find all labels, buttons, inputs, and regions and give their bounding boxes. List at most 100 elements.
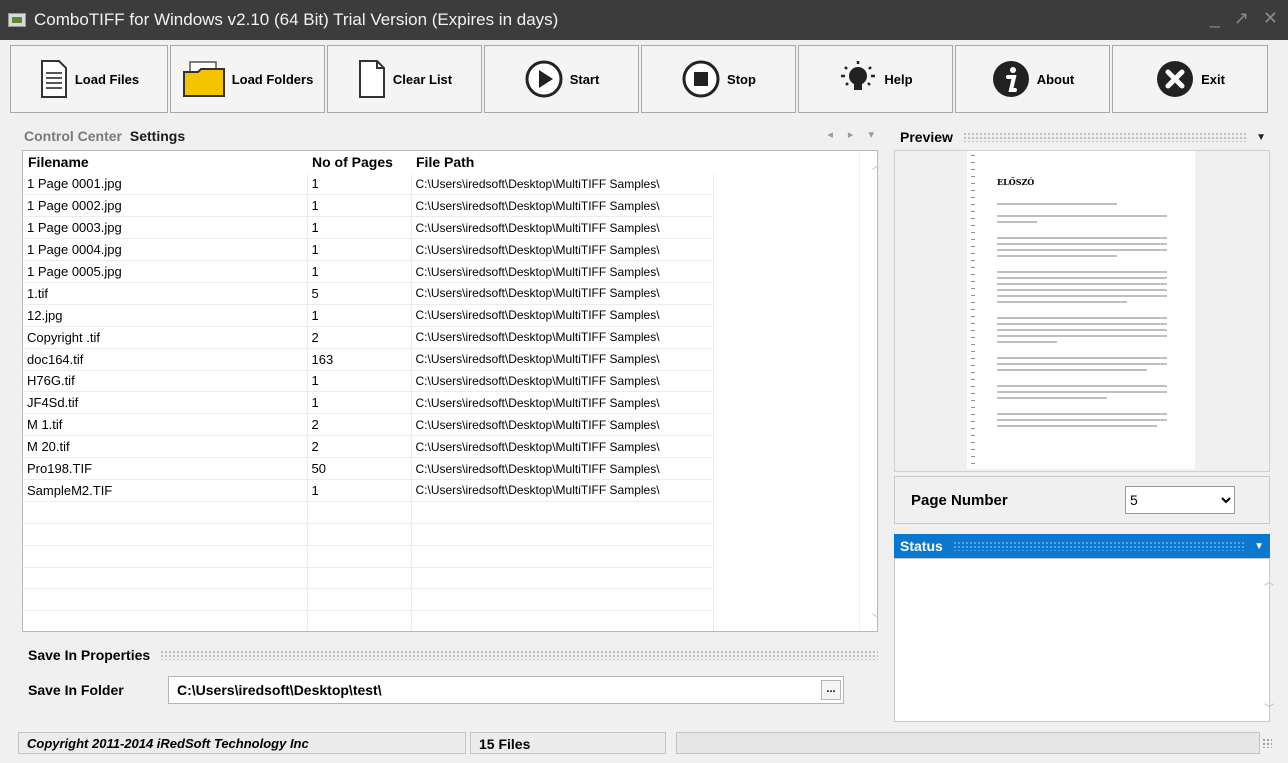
cell-pages: 1 (307, 370, 412, 393)
table-row[interactable]: H76G.tif 1 C:\Users\iredsoft\Desktop\Multi… (23, 370, 714, 393)
exit-button[interactable]: Exit (1112, 45, 1268, 113)
table-row[interactable]: SampleM2.TIF 1 C:\Users\iredsoft\Desktop\M… (23, 479, 714, 502)
resize-grip-icon[interactable] (1262, 738, 1272, 748)
chevron-down-icon[interactable]: ▼ (1254, 541, 1264, 552)
copyright-text: Copyright 2011-2014 iRedSoft Technology … (18, 732, 466, 754)
table-row[interactable]: 1 Page 0002.jpg 1 C:\Users\iredsoft\Deskto… (23, 194, 714, 218)
scroll-down-icon[interactable]: ﹀ (869, 610, 877, 625)
table-row[interactable]: 1 Page 0004.jpg 1 C:\Users\iredsoft\Deskto… (23, 238, 714, 262)
cell-filename: 12.jpg (23, 304, 308, 327)
table-row[interactable]: 1 Page 0001.jpg 1 C:\Users\iredsoft\Deskto… (23, 173, 714, 196)
table-row[interactable]: M 20.tif 2 C:\Users\iredsoft\Desktop\Multi… (23, 435, 714, 459)
cell-pages: 50 (307, 457, 412, 480)
browse-button[interactable]: ... (821, 680, 841, 700)
cell-filename: JF4Sd.tif (23, 391, 308, 415)
text-line (997, 203, 1117, 205)
tab-settings[interactable]: Settings (130, 128, 185, 144)
save-in-properties-title: Save In Properties (28, 647, 151, 663)
table-row[interactable]: doc164.tif 163 C:\Users\iredsoft\Desktop\M… (23, 348, 714, 371)
empty-cell (307, 523, 412, 546)
header-divider (160, 650, 878, 660)
minimize-icon[interactable]: _ (1210, 8, 1220, 29)
text-line (997, 391, 1167, 393)
stop-label: Stop (727, 71, 756, 87)
text-line (997, 419, 1167, 421)
cell-path: C:\Users\iredsoft\Desktop\MultiTIFF Samp… (411, 435, 714, 459)
scroll-down-icon[interactable]: ﹀ (1260, 700, 1278, 715)
empty-cell (411, 501, 714, 524)
tab-nav-arrows[interactable]: ◂ ▸ ▾ (827, 128, 880, 141)
table-row[interactable]: Pro198.TIF 50 C:\Users\iredsoft\Desktop\Mu… (23, 457, 714, 480)
save-in-folder-label: Save In Folder (28, 682, 124, 698)
cell-path: C:\Users\iredsoft\Desktop\MultiTIFF Samp… (411, 173, 714, 196)
status-log[interactable]: ︿ ﹀ (894, 558, 1274, 722)
start-label: Start (569, 71, 600, 87)
cell-pages: 1 (307, 479, 412, 502)
cell-pages: 1 (307, 238, 412, 262)
maximize-icon[interactable]: ↗ (1234, 8, 1249, 29)
save-in-folder-value: C:\Users\iredsoft\Desktop\test\ (177, 682, 382, 698)
app-icon (8, 13, 26, 27)
cell-path: C:\Users\iredsoft\Desktop\MultiTIFF Samp… (411, 413, 714, 437)
empty-cell (307, 567, 412, 590)
file-list[interactable]: Filename No of Pages File Path 1 Page 00… (22, 150, 878, 632)
file-list-scrollbar[interactable]: ︿ ﹀ (859, 151, 877, 631)
empty-row (23, 588, 714, 612)
cell-filename: 1 Page 0003.jpg (23, 216, 308, 240)
text-line (997, 277, 1167, 279)
page-preview-image: ELŐSZÓ (967, 151, 1195, 469)
scroll-up-icon[interactable]: ︿ (869, 157, 877, 172)
cell-filename: 1 Page 0002.jpg (23, 194, 308, 218)
window-title: ComboTIFF for Windows v2.10 (64 Bit) Tri… (34, 10, 559, 29)
load-files-label: Load Files (74, 71, 140, 87)
page-heading: ELŐSZÓ (997, 177, 1035, 187)
tab-control-center[interactable]: Control Center (24, 128, 122, 144)
table-row[interactable]: 1 Page 0005.jpg 1 C:\Users\iredsoft\Deskto… (23, 260, 714, 283)
help-label: Help (884, 71, 913, 87)
column-header-pages[interactable]: No of Pages (307, 151, 411, 173)
cell-path: C:\Users\iredsoft\Desktop\MultiTIFF Samp… (411, 479, 714, 502)
text-line (997, 221, 1037, 223)
empty-cell (411, 588, 714, 612)
empty-cell (307, 545, 412, 568)
left-panel: Control Center Settings ◂ ▸ ▾ Filename N… (10, 122, 890, 726)
scroll-up-icon[interactable]: ︿ (1260, 573, 1278, 588)
page-number-select[interactable]: 5 (1125, 486, 1235, 514)
close-window-icon[interactable]: ✕ (1263, 8, 1278, 29)
column-header-path[interactable]: File Path (411, 151, 713, 173)
blank-page-icon (358, 60, 385, 98)
table-row[interactable]: 1 Page 0003.jpg 1 C:\Users\iredsoft\Deskto… (23, 216, 714, 240)
load-files-button[interactable]: Load Files (10, 45, 168, 113)
table-row[interactable]: Copyright .tif 2 C:\Users\iredsoft\Desktop… (23, 326, 714, 349)
empty-cell (307, 501, 412, 524)
document-icon (40, 60, 67, 98)
status-bar: Copyright 2011-2014 iRedSoft Technology … (0, 728, 1288, 763)
cell-filename: 1 Page 0005.jpg (23, 260, 308, 283)
chevron-down-icon[interactable]: ▼ (1256, 132, 1266, 143)
load-folders-button[interactable]: Load Folders (170, 45, 325, 113)
toolbar: Load Files Load Folders Clear List Start… (10, 45, 1280, 113)
table-row[interactable]: 1.tif 5 C:\Users\iredsoft\Desktop\MultiTIF… (23, 282, 714, 305)
text-line (997, 329, 1167, 331)
cell-filename: 1 Page 0001.jpg (23, 173, 308, 196)
empty-cell (23, 567, 308, 590)
cell-path: C:\Users\iredsoft\Desktop\MultiTIFF Samp… (411, 304, 714, 327)
about-button[interactable]: About (955, 45, 1110, 113)
table-row[interactable]: 12.jpg 1 C:\Users\iredsoft\Desktop\MultiTI… (23, 304, 714, 327)
help-button[interactable]: Help (798, 45, 953, 113)
clear-list-button[interactable]: Clear List (327, 45, 482, 113)
start-button[interactable]: Start (484, 45, 639, 113)
save-in-row: Save In Folder C:\Users\iredsoft\Desktop… (28, 675, 884, 705)
lightbulb-icon (841, 61, 876, 90)
table-row[interactable]: M 1.tif 2 C:\Users\iredsoft\Desktop\MultiT… (23, 413, 714, 437)
stop-button[interactable]: Stop (641, 45, 796, 113)
text-line (997, 341, 1057, 343)
table-row[interactable]: JF4Sd.tif 1 C:\Users\iredsoft\Desktop\Mult… (23, 391, 714, 415)
status-scrollbar[interactable]: ︿ ﹀ (1251, 559, 1274, 721)
cell-filename: Pro198.TIF (23, 457, 308, 480)
save-in-folder-field[interactable]: C:\Users\iredsoft\Desktop\test\ ... (168, 676, 844, 704)
column-header-filename[interactable]: Filename (23, 151, 307, 173)
cell-path: C:\Users\iredsoft\Desktop\MultiTIFF Samp… (411, 260, 714, 283)
exit-label: Exit (1201, 71, 1225, 87)
cell-pages: 2 (307, 435, 412, 459)
